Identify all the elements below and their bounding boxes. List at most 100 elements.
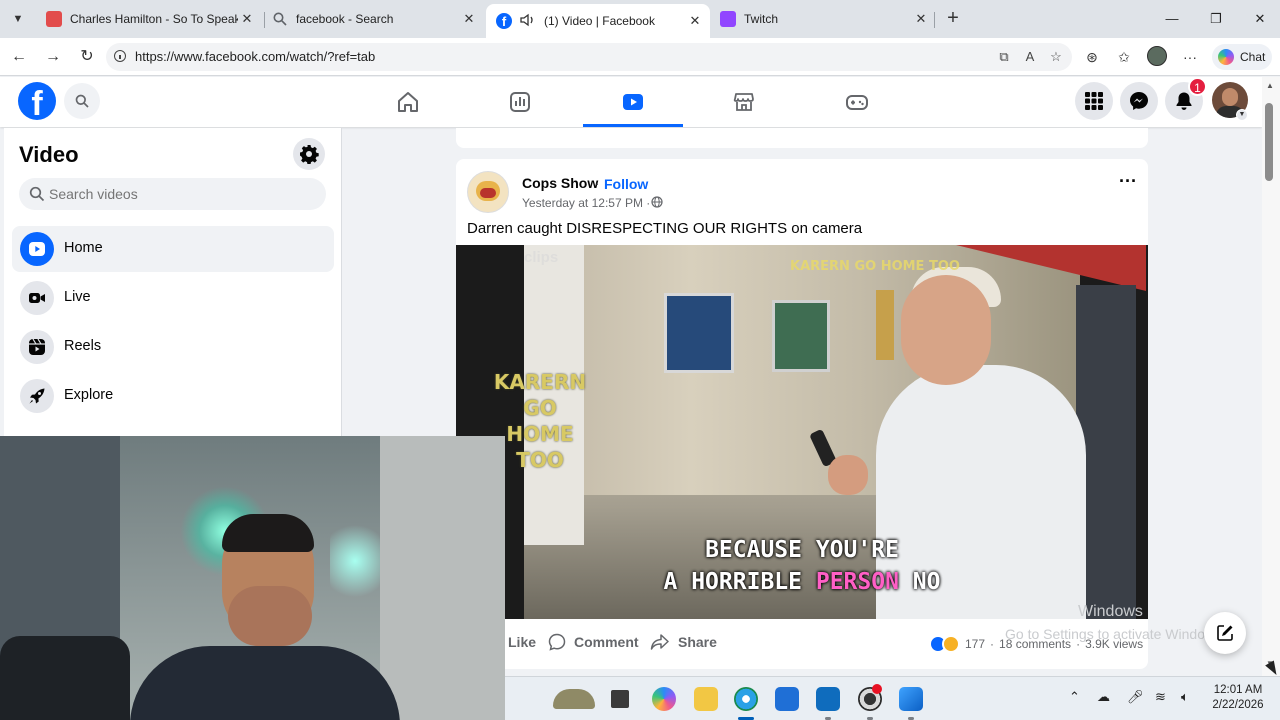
video-subtitle-line1: BECAUSE YOU'RE <box>705 537 899 563</box>
microsoft-store-icon[interactable] <box>775 687 799 711</box>
address-bar[interactable]: https://www.facebook.com/watch/?ref=tab … <box>106 43 1072 71</box>
webcam-couch <box>0 636 130 720</box>
activate-windows-subtitle: Go to Settings to activate Windows. <box>1005 626 1226 642</box>
scroll-up-arrow-icon[interactable]: ▲ <box>1266 81 1274 90</box>
search-icon <box>272 11 288 27</box>
volume-icon[interactable]: 🔈︎ <box>1181 689 1189 705</box>
favorite-star-icon[interactable]: ☆ <box>1047 49 1065 65</box>
forward-arrow-icon[interactable]: → <box>40 45 66 69</box>
video-watermark: clips <box>524 249 559 266</box>
close-tab-icon[interactable]: ✕ <box>912 11 930 27</box>
browser-tab-youtube[interactable]: Charles Hamilton - So To Speak 1 ✕ <box>36 4 262 34</box>
tab-title: facebook - Search <box>296 12 394 26</box>
read-aloud-icon[interactable]: A <box>1021 49 1039 65</box>
video-poster <box>664 293 734 373</box>
copilot-chat-button[interactable]: Chat <box>1212 44 1272 70</box>
sidebar-item-home[interactable]: Home <box>12 226 334 272</box>
facebook-logo-icon[interactable]: f <box>18 82 56 120</box>
refresh-icon[interactable]: ↻ <box>74 45 100 69</box>
tray-overflow-chevron-icon[interactable]: ⌃ <box>1069 689 1080 705</box>
follow-button[interactable]: Follow <box>604 176 648 192</box>
facebook-search-button[interactable] <box>64 83 100 119</box>
nav-tab-home[interactable] <box>358 77 458 127</box>
activate-windows-title: Windows <box>1078 603 1143 620</box>
microphone-icon[interactable]: 🎤︎ <box>1127 689 1144 705</box>
rocket-icon <box>20 379 54 413</box>
more-options-icon[interactable]: ··· <box>1180 47 1200 67</box>
lock-icon[interactable] <box>114 50 126 62</box>
outlook-icon[interactable] <box>816 687 840 711</box>
close-tab-icon[interactable]: ✕ <box>686 13 704 29</box>
compose-icon <box>1217 625 1233 641</box>
search-videos-input[interactable] <box>49 178 319 210</box>
share-button[interactable]: Share <box>650 633 717 651</box>
close-tab-icon[interactable]: ✕ <box>460 11 478 27</box>
comment-label: Comment <box>574 634 639 650</box>
tab-list-chevron-icon[interactable]: ▼ <box>6 7 30 31</box>
nav-tab-marketplace[interactable] <box>694 77 794 127</box>
url-text[interactable]: https://www.facebook.com/watch/?ref=tab <box>135 49 375 64</box>
sidebar-item-live[interactable]: Live <box>12 275 334 321</box>
sidebar-item-explore[interactable]: Explore <box>12 373 334 419</box>
favorites-icon[interactable]: ✩ <box>1114 47 1134 67</box>
webcam-person-body <box>130 646 400 720</box>
extension-icon[interactable]: ⊛ <box>1082 47 1102 67</box>
wifi-icon[interactable]: ≋ <box>1155 689 1166 705</box>
task-view-icon[interactable] <box>611 690 629 708</box>
file-explorer-icon[interactable] <box>694 687 718 711</box>
onedrive-icon[interactable]: ☁ <box>1097 689 1110 705</box>
messenger-button[interactable] <box>1120 82 1158 120</box>
comment-button[interactable]: Comment <box>548 633 639 651</box>
nav-tab-dashboard[interactable] <box>470 77 570 127</box>
video-settings-button[interactable] <box>293 138 325 170</box>
video-post: Cops Show · Follow Yesterday at 12:57 PM… <box>456 159 1148 669</box>
webcam-person-hand <box>228 586 312 646</box>
system-clock[interactable]: 12:01 AM 2/22/2026 <box>1206 683 1270 713</box>
browser-tab-strip: ▼ Charles Hamilton - So To Speak 1 ✕ fac… <box>0 0 1280 38</box>
back-arrow-icon[interactable]: ← <box>6 45 32 69</box>
video-player[interactable]: clips KARERN GO HOME TOO KARERN GO HOME … <box>456 245 1148 619</box>
speaker-icon[interactable] <box>520 13 536 30</box>
sidebar-item-reels[interactable]: Reels <box>12 324 334 370</box>
chevron-down-icon[interactable]: ▼ <box>1236 109 1248 121</box>
video-person-hand <box>828 455 868 495</box>
edge-browser-icon[interactable] <box>734 687 758 711</box>
nav-tab-gaming[interactable] <box>807 77 907 127</box>
browser-tab-twitch[interactable]: Twitch ✕ <box>710 4 936 34</box>
browser-profile-avatar[interactable] <box>1147 46 1167 66</box>
restore-icon[interactable]: ❐ <box>1194 6 1238 32</box>
close-window-icon[interactable]: ✕ <box>1238 6 1280 32</box>
subtitle-text: A HORRIBLE <box>663 569 816 595</box>
post-more-options-icon[interactable]: ··· <box>1116 171 1140 195</box>
chat-label: Chat <box>1240 50 1266 64</box>
webcam-wall-right <box>380 436 505 720</box>
reels-icon <box>20 330 54 364</box>
page-name-link[interactable]: Cops Show <box>522 175 598 191</box>
menu-grid-button[interactable] <box>1075 82 1113 120</box>
close-tab-icon[interactable]: ✕ <box>238 11 256 27</box>
browser-tab-search[interactable]: facebook - Search ✕ <box>262 4 484 34</box>
video-poster <box>876 290 894 360</box>
open-in-app-icon[interactable]: ⧉ <box>995 49 1013 65</box>
dashboard-icon <box>510 92 530 112</box>
sidebar-item-label: Live <box>64 289 91 305</box>
minimize-icon[interactable]: — <box>1150 6 1194 32</box>
play-icon <box>20 232 54 266</box>
reaction-count[interactable]: 177 <box>965 637 985 651</box>
new-tab-plus-icon[interactable]: + <box>940 7 966 31</box>
youtube-icon <box>46 11 62 27</box>
browser-tab-facebook-video[interactable]: f (1) Video | Facebook ✕ <box>486 4 710 38</box>
previous-post-card <box>456 128 1148 148</box>
post-caption: Darren caught DISRESPECTING OUR RIGHTS o… <box>467 220 863 237</box>
copilot-icon[interactable] <box>652 687 676 711</box>
scrollbar-thumb[interactable] <box>1265 103 1273 181</box>
widgets-icon[interactable] <box>553 689 595 709</box>
page-avatar[interactable] <box>467 171 509 213</box>
tab-divider <box>934 12 935 28</box>
photos-icon[interactable] <box>899 687 923 711</box>
subtitle-highlight: PERSON <box>815 569 899 595</box>
new-message-button[interactable] <box>1204 612 1246 654</box>
nav-tab-video[interactable] <box>583 77 683 127</box>
search-videos-box[interactable] <box>19 178 326 210</box>
post-timestamp[interactable]: Yesterday at 12:57 PM · <box>522 196 650 210</box>
